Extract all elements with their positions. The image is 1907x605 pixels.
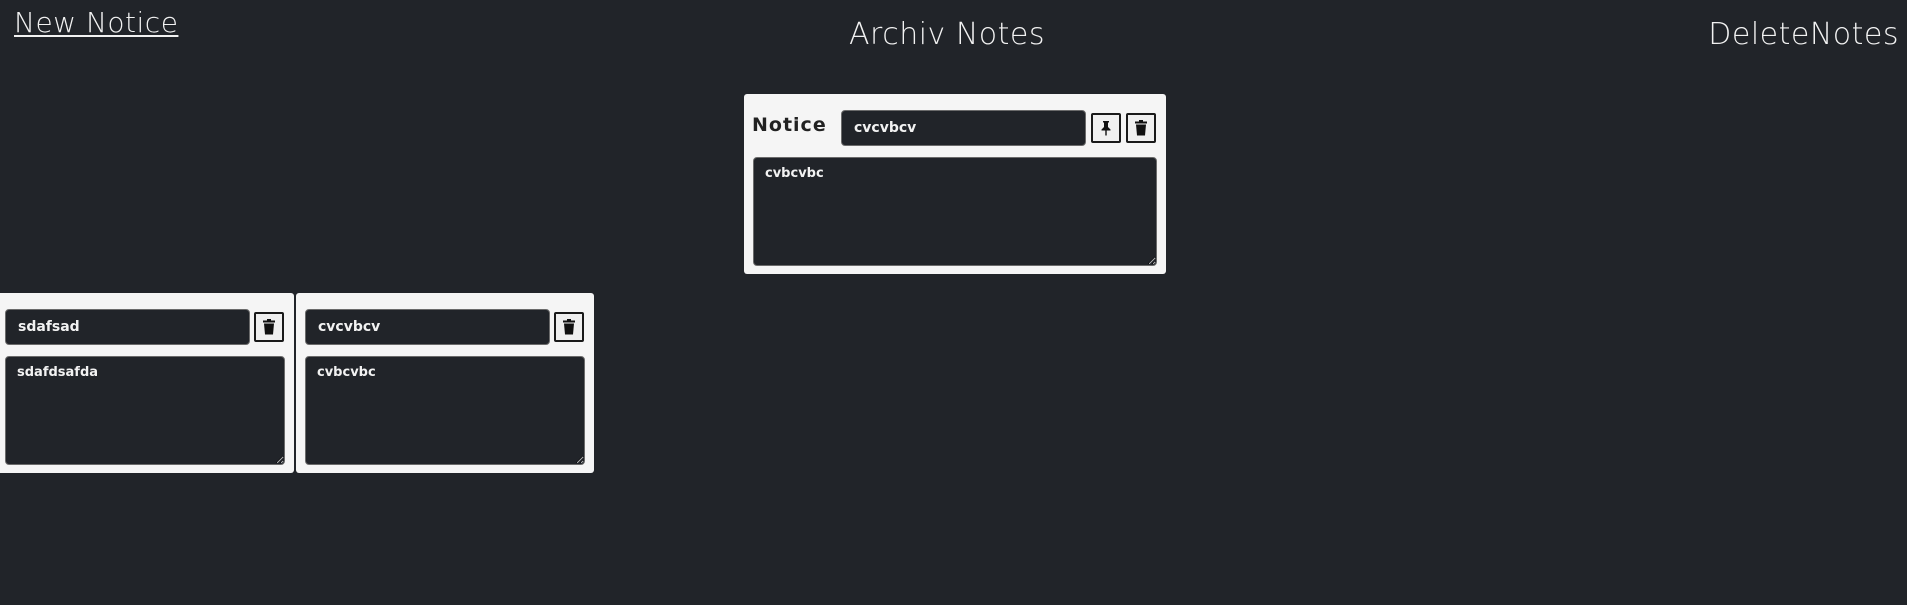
note-card: sdafdsafda: [0, 293, 294, 473]
note-title-input[interactable]: [841, 110, 1086, 146]
note-body-textarea[interactable]: cvbcvbc: [305, 356, 585, 465]
note-title-input[interactable]: [305, 309, 550, 345]
delete-button[interactable]: [554, 312, 584, 342]
pin-icon: [1101, 121, 1111, 136]
delete-button[interactable]: [254, 312, 284, 342]
note-body-textarea[interactable]: cvbcvbc: [753, 157, 1157, 266]
delete-button[interactable]: [1126, 113, 1156, 143]
trash-icon: [1135, 120, 1147, 136]
archive-notes-link[interactable]: Archiv Notes: [849, 17, 1045, 52]
trash-icon: [263, 319, 275, 335]
new-notice-link[interactable]: New Notice: [14, 6, 178, 39]
note-label: Notice: [752, 114, 827, 136]
delete-notes-link[interactable]: DeleteNotes: [1708, 17, 1899, 52]
note-body-textarea[interactable]: sdafdsafda: [5, 356, 285, 465]
trash-icon: [563, 319, 575, 335]
active-note-card: Notice cvbcvbc: [744, 94, 1166, 274]
note-card: cvbcvbc: [296, 293, 594, 473]
pin-button[interactable]: [1091, 113, 1121, 143]
note-title-input[interactable]: [5, 309, 250, 345]
